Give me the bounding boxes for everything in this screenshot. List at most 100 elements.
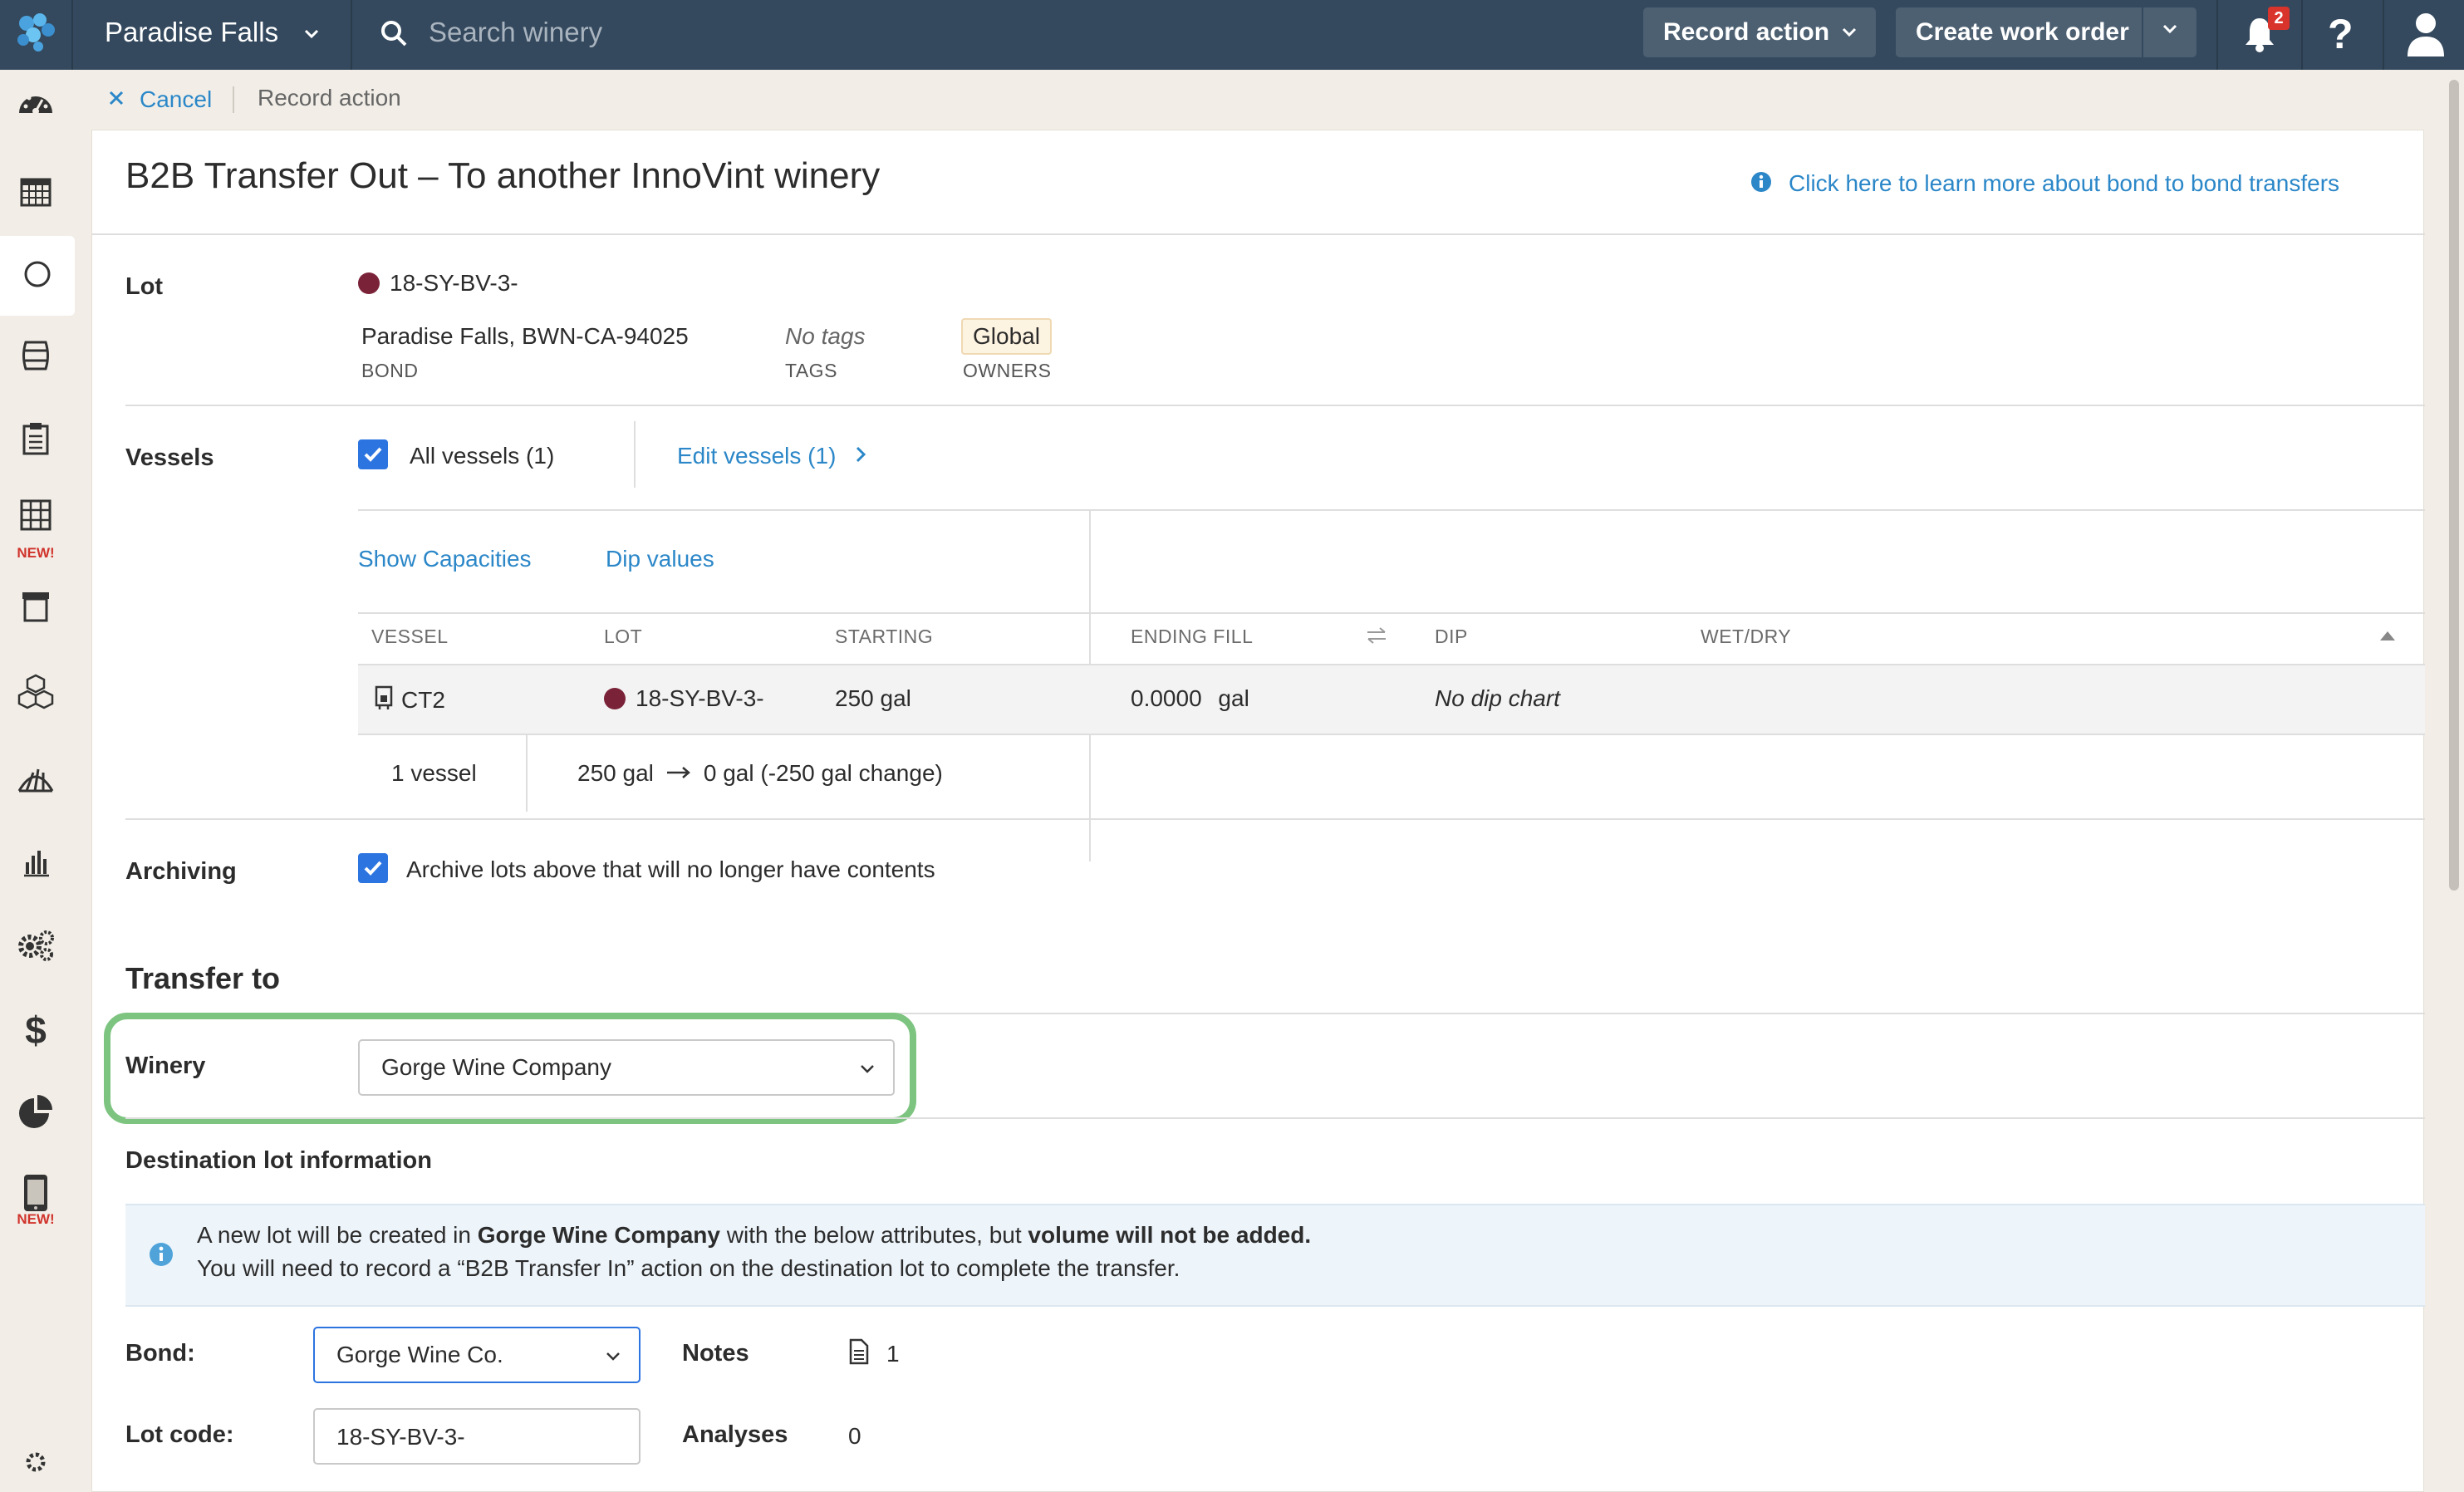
sidebar-item-reports[interactable]	[0, 829, 71, 899]
grid-icon	[19, 498, 52, 536]
notifications-button[interactable]: 2	[2218, 0, 2301, 70]
action-form-card: B2B Transfer Out – To another InnoVint w…	[91, 130, 2425, 1492]
winery-name: Paradise Falls	[105, 17, 279, 47]
column-header-lot[interactable]: LOT	[604, 626, 642, 648]
lot-code-input[interactable]: 18-SY-BV-3-	[313, 1408, 641, 1465]
help-button[interactable]: ?	[2303, 0, 2383, 70]
breadcrumb: Cancel Record action	[91, 75, 756, 125]
winery-select[interactable]: Gorge Wine Company	[358, 1039, 895, 1096]
sidebar-item-lots[interactable]	[0, 236, 75, 316]
create-work-order-label: Create work order	[1916, 18, 2129, 46]
sidebar-item-vineyards[interactable]	[0, 744, 71, 814]
breadcrumb-current: Record action	[258, 85, 401, 110]
record-action-button[interactable]: Record action	[1643, 7, 1876, 57]
sort-up-icon[interactable]	[2378, 629, 2397, 646]
user-menu-button[interactable]	[2384, 0, 2464, 70]
swap-arrows-icon[interactable]	[1365, 626, 1388, 650]
divider	[358, 734, 2425, 735]
analyses-label: Analyses	[682, 1421, 788, 1448]
info-icon	[1750, 171, 1772, 197]
row-lot-code: 18-SY-BV-3-	[636, 685, 764, 711]
ending-fill-unit: gal	[1218, 685, 1249, 711]
ending-fill-input[interactable]: 0.0000 gal	[1131, 685, 1249, 712]
close-icon	[106, 88, 126, 112]
help-link-label: Click here to learn more about bond to b…	[1789, 170, 2340, 196]
column-header-wet-dry[interactable]: WET/DRY	[1701, 626, 1791, 648]
bond-select-value: Gorge Wine Co.	[336, 1342, 503, 1367]
dip-cell: No dip chart	[1435, 685, 1560, 711]
sidebar-item-dashboard[interactable]	[0, 70, 71, 140]
info-volume-warning: volume will not be added.	[1028, 1222, 1312, 1248]
sidebar-item-analytics[interactable]	[0, 1078, 71, 1148]
divider	[125, 405, 2425, 406]
scrollbar[interactable]	[2447, 75, 2461, 1479]
volume-to: 0 gal (-250 gal change)	[703, 760, 943, 786]
show-capacities-link[interactable]: Show Capacities	[358, 546, 532, 572]
column-header-dip[interactable]: DIP	[1435, 626, 1468, 648]
column-header-ending-fill[interactable]: ENDING FILL	[1131, 626, 1253, 648]
gears-icon	[16, 928, 56, 967]
bond-select[interactable]: Gorge Wine Co.	[313, 1327, 641, 1383]
chevron-down-icon	[2158, 17, 2182, 47]
cancel-link[interactable]: Cancel	[106, 85, 212, 115]
sidebar-item-costs[interactable]: $	[0, 995, 71, 1065]
winery-select-value: Gorge Wine Company	[381, 1054, 612, 1080]
sidebar-item-settings[interactable]	[0, 912, 71, 982]
all-vessels-checkbox[interactable]	[358, 439, 388, 469]
bar-chart-icon	[21, 847, 51, 881]
lot-tags-caption: TAGS	[785, 360, 837, 381]
destination-info-banner: A new lot will be created in Gorge Wine …	[125, 1204, 2425, 1307]
sidebar-item-more[interactable]	[0, 1449, 71, 1479]
info-text: A new lot will be created in	[197, 1222, 478, 1248]
edit-vessels-label: Edit vessels (1)	[677, 443, 837, 469]
lot-code-text: 18-SY-BV-3-	[390, 270, 518, 296]
vessel-name: CT2	[401, 686, 445, 713]
document-icon	[848, 1338, 870, 1369]
dip-values-link[interactable]: Dip values	[606, 546, 714, 572]
top-navigation-bar: Paradise Falls Search winery Record acti…	[0, 0, 2464, 70]
logo-icon[interactable]	[10, 8, 60, 58]
lot-bond-value: Paradise Falls, BWN-CA-94025	[361, 323, 689, 349]
bond-transfer-help-link[interactable]: Click here to learn more about bond to b…	[1750, 170, 2339, 197]
create-work-order-button[interactable]: Create work order	[1896, 7, 2142, 57]
search-input[interactable]: Search winery	[429, 17, 602, 48]
sidebar: NEW! $ NEW!	[0, 70, 75, 1479]
archive-lots-checkbox[interactable]	[358, 853, 388, 883]
table-row[interactable]: CT2 18-SY-BV-3- 250 gal 0.0000 gal No di…	[358, 665, 2425, 734]
edit-vessels-link[interactable]: Edit vessels (1)	[677, 443, 869, 469]
info-text: with the below attributes, but	[719, 1222, 1028, 1248]
sidebar-item-vessels[interactable]	[0, 322, 71, 392]
divider	[526, 735, 528, 812]
scrollbar-thumb[interactable]	[2449, 80, 2459, 891]
column-header-starting[interactable]: STARTING	[835, 626, 933, 648]
sidebar-item-calendar[interactable]	[0, 158, 71, 228]
sidebar-item-grid[interactable]	[0, 482, 71, 552]
divider	[358, 509, 2425, 511]
column-header-vessel[interactable]: VESSEL	[371, 626, 449, 648]
winery-switcher[interactable]: Paradise Falls	[73, 0, 351, 70]
lot-bond-caption: BOND	[361, 360, 419, 381]
divider	[125, 1117, 2425, 1119]
lot-code[interactable]: 18-SY-BV-3-	[358, 270, 518, 297]
notes-label: Notes	[682, 1340, 749, 1367]
winery-label: Winery	[125, 1053, 206, 1079]
archive-lots-label: Archive lots above that will no longer h…	[406, 856, 935, 882]
owner-badge: Global	[961, 318, 1052, 355]
chevron-down-icon	[1838, 21, 1861, 51]
create-work-order-dropdown[interactable]	[2143, 7, 2196, 57]
sidebar-item-storage[interactable]	[0, 573, 71, 643]
archive-box-icon	[21, 590, 51, 627]
search-bar[interactable]: Search winery	[352, 0, 1640, 70]
analyses-count[interactable]: 0	[848, 1423, 861, 1450]
lot-code-label: Lot code:	[125, 1421, 234, 1448]
cancel-label: Cancel	[140, 86, 213, 112]
info-icon	[149, 1242, 174, 1271]
sidebar-item-work-orders[interactable]	[0, 405, 71, 475]
notes-button[interactable]: 1	[848, 1338, 900, 1369]
sidebar-item-inventory[interactable]	[0, 658, 71, 728]
chevron-right-icon	[852, 444, 869, 469]
chevron-down-icon	[299, 22, 324, 51]
divider	[634, 421, 636, 488]
lot-color-dot	[358, 272, 380, 294]
clipboard-icon	[22, 421, 50, 460]
